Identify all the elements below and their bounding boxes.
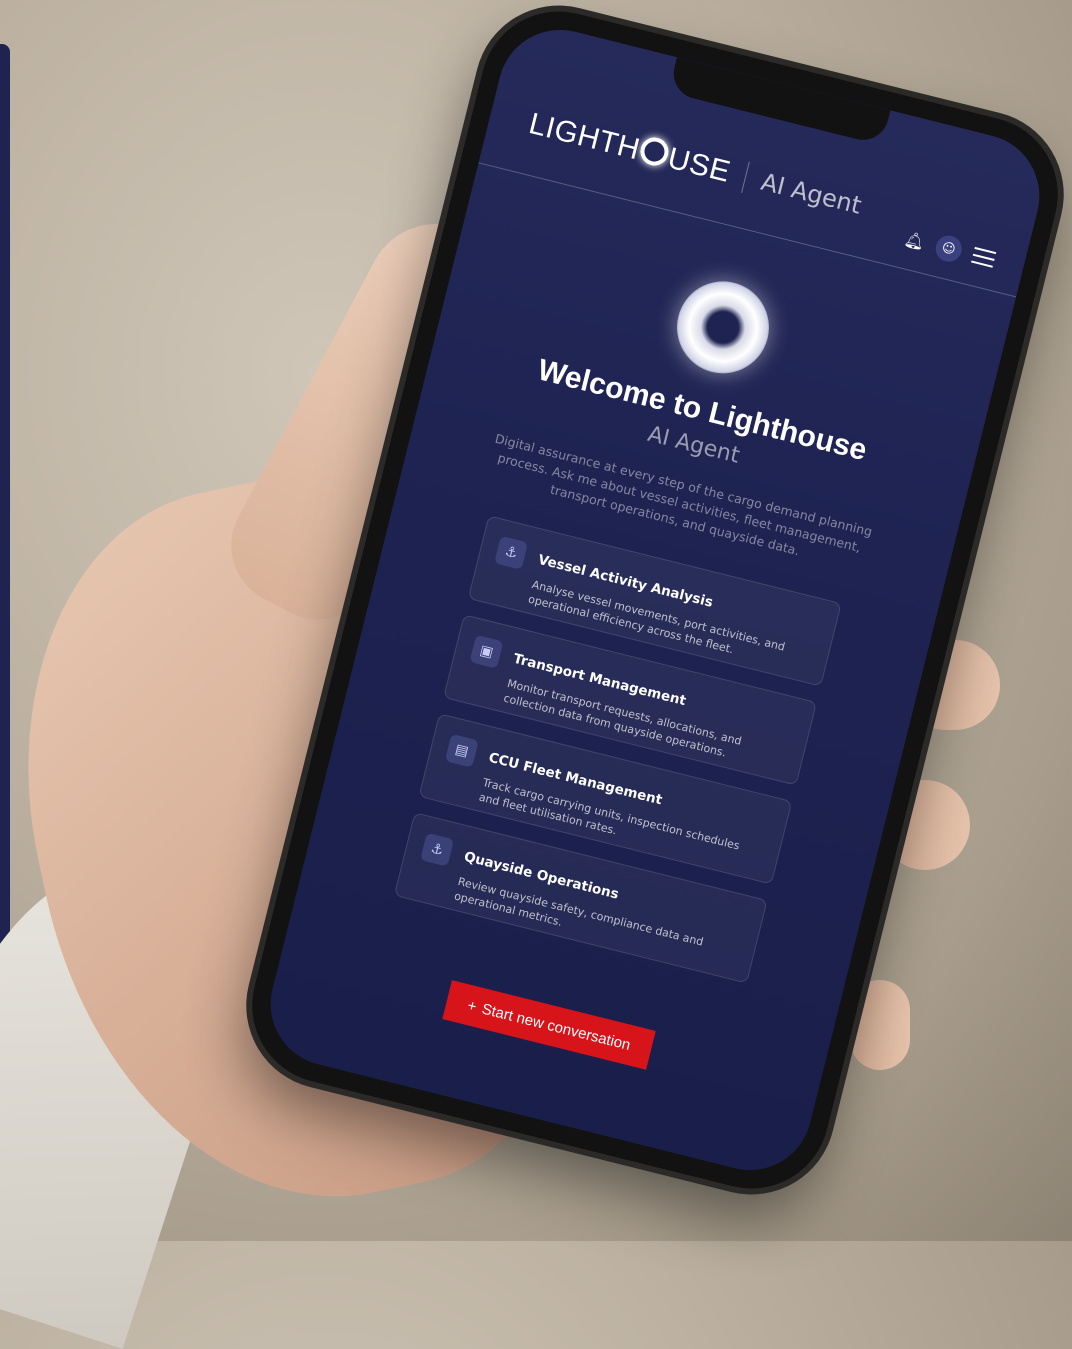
left-side-panel	[0, 44, 10, 1057]
start-new-conversation-button[interactable]: + Start new conversation	[442, 980, 656, 1070]
header-separator	[741, 161, 750, 194]
app-header: LIGHTH USE AI Agent 🔔︎ ☺	[522, 94, 1006, 269]
phone: LIGHTH USE AI Agent 🔔︎ ☺ Welcome to Light…	[235, 0, 1072, 1206]
lighthouse-orb-icon	[667, 271, 779, 384]
agent-label: AI Agent	[758, 167, 865, 220]
phone-notch	[668, 57, 891, 146]
lighthouse-logo[interactable]: LIGHTH USE	[525, 107, 734, 190]
ship-icon: ⚓︎	[494, 535, 529, 570]
header-icons: 🔔︎ ☺	[902, 225, 998, 273]
phone-screen: LIGHTH USE AI Agent 🔔︎ ☺ Welcome to Light…	[257, 16, 1053, 1184]
bell-icon[interactable]: 🔔︎	[902, 228, 926, 251]
truck-icon: ▣	[469, 634, 504, 669]
container-icon: ▤	[444, 733, 479, 768]
anchor-icon: ⚓︎	[420, 832, 455, 867]
user-avatar-icon[interactable]: ☺	[932, 232, 965, 265]
cta-label: Start new conversation	[480, 1000, 633, 1054]
plus-icon: +	[465, 996, 479, 1016]
suggestion-cards: ⚓︎ Vessel Activity Analysis Analyse vess…	[393, 515, 842, 984]
hamburger-menu-icon[interactable]	[971, 246, 997, 268]
